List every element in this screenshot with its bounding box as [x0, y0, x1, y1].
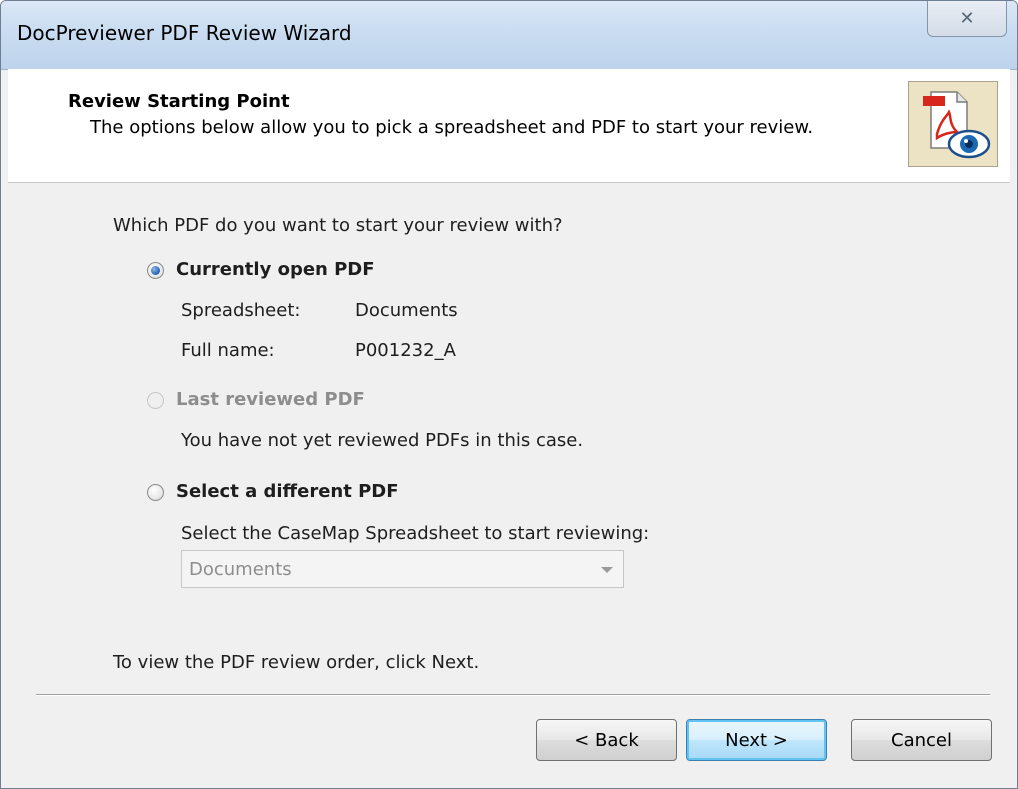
spreadsheet-value: Documents: [355, 300, 458, 321]
chevron-down-icon: [601, 567, 613, 573]
back-button[interactable]: < Back: [536, 719, 677, 761]
close-button[interactable]: ✕: [927, 1, 1007, 37]
page-title: Review Starting Point: [68, 91, 290, 112]
back-button-label: < Back: [574, 729, 639, 751]
next-button[interactable]: Next >: [686, 719, 827, 761]
currently-open-pdf-radio[interactable]: [147, 262, 164, 279]
page-subtitle: The options below allow you to pick a sp…: [90, 117, 814, 138]
footer-instruction: To view the PDF review order, click Next…: [113, 652, 480, 673]
last-reviewed-pdf-label[interactable]: Last reviewed PDF: [176, 389, 365, 410]
close-icon: ✕: [959, 8, 975, 29]
currently-open-pdf-label[interactable]: Currently open PDF: [176, 259, 375, 280]
spreadsheet-key: Spreadsheet:: [181, 300, 301, 321]
window-title: DocPreviewer PDF Review Wizard: [17, 21, 352, 45]
full-name-value: P001232_A: [355, 340, 456, 361]
last-reviewed-note: You have not yet reviewed PDFs in this c…: [181, 430, 584, 451]
last-reviewed-pdf-radio[interactable]: [147, 392, 164, 409]
select-different-pdf-label[interactable]: Select a different PDF: [176, 481, 399, 502]
wizard-header: Review Starting Point The options below …: [8, 69, 1010, 183]
spreadsheet-dropdown[interactable]: Documents: [181, 550, 624, 588]
wizard-content: Which PDF do you want to start your revi…: [8, 183, 1010, 781]
wizard-window: DocPreviewer PDF Review Wizard ✕ Review …: [0, 0, 1018, 789]
full-name-key: Full name:: [181, 340, 275, 361]
next-button-label: Next >: [725, 729, 788, 751]
title-bar[interactable]: DocPreviewer PDF Review Wizard ✕: [1, 1, 1017, 70]
spreadsheet-dropdown-value: Documents: [189, 559, 292, 580]
cancel-button-label: Cancel: [891, 729, 952, 751]
spreadsheet-select-label: Select the CaseMap Spreadsheet to start …: [181, 523, 650, 544]
question-text: Which PDF do you want to start your revi…: [113, 215, 563, 236]
cancel-button[interactable]: Cancel: [851, 719, 992, 761]
pdf-review-eye-icon: [908, 81, 998, 167]
divider: [36, 694, 990, 696]
select-different-pdf-radio[interactable]: [147, 484, 164, 501]
